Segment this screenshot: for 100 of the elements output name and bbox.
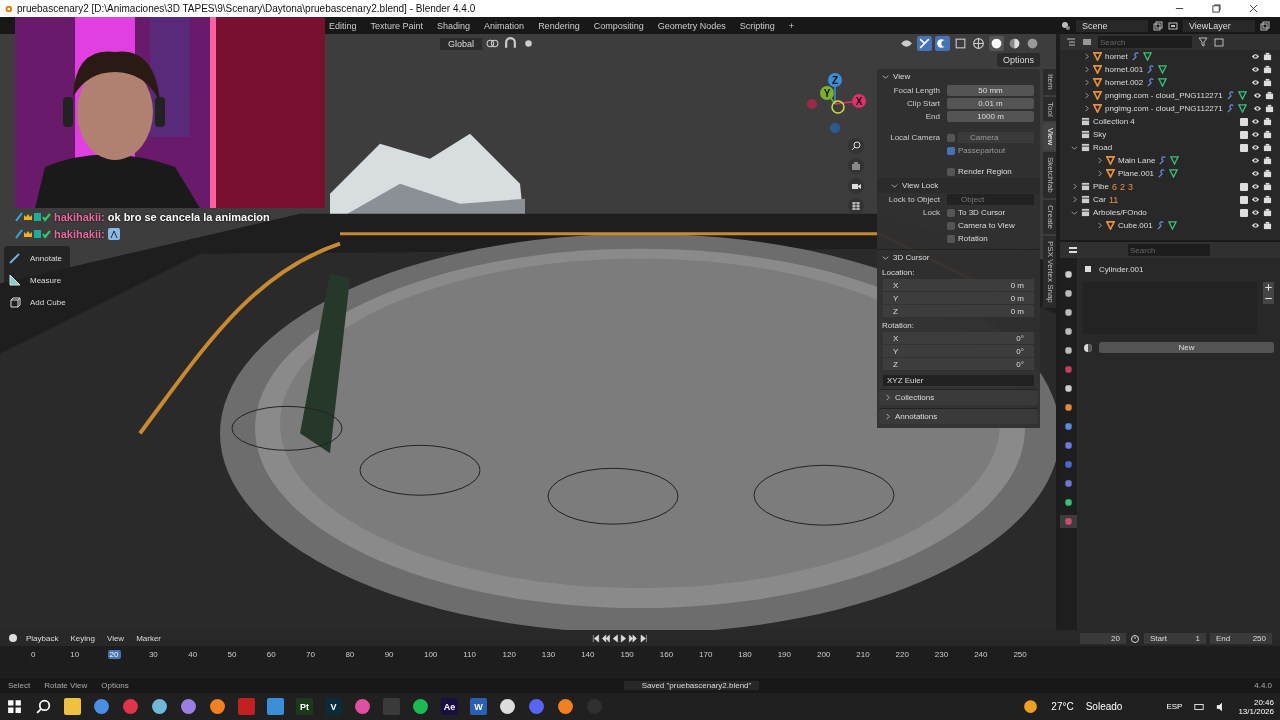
network-icon[interactable]: [1194, 701, 1205, 712]
checkbox[interactable]: [1240, 195, 1248, 204]
plus-icon[interactable]: [1263, 282, 1274, 293]
tool-label[interactable]: Annotate: [30, 253, 63, 263]
checkbox[interactable]: [947, 208, 955, 217]
snap-icon[interactable]: [503, 36, 518, 51]
app-icon[interactable]: [209, 698, 226, 715]
checkbox[interactable]: [947, 133, 955, 142]
new-collection-icon[interactable]: [1214, 37, 1224, 47]
vector-field[interactable]: Y 0 m: [883, 292, 1034, 304]
camera-icon[interactable]: [1263, 143, 1272, 152]
clock-date[interactable]: 13/1/2026: [1238, 706, 1274, 716]
workspace-tab[interactable]: Rendering: [532, 20, 586, 31]
eye-icon[interactable]: [1251, 130, 1260, 139]
sidebar-tab[interactable]: Item: [1043, 69, 1056, 95]
object-field[interactable]: Object: [947, 194, 1034, 205]
eye-icon[interactable]: [1251, 78, 1260, 87]
new-material-button[interactable]: New: [1099, 342, 1274, 353]
workspace-tab[interactable]: Geometry Nodes: [651, 20, 732, 31]
outliner-item[interactable]: hornet: [1105, 52, 1128, 61]
ruler-icon[interactable]: [8, 273, 22, 287]
wrench-icon[interactable]: [1158, 156, 1168, 165]
axis-gizmo-drawing[interactable]: Z Y X: [806, 72, 870, 136]
eye-icon[interactable]: [1251, 169, 1260, 178]
filter-icon[interactable]: [1198, 37, 1208, 47]
camera-icon[interactable]: [1263, 65, 1272, 74]
eye-icon[interactable]: [1252, 91, 1262, 100]
checkbox[interactable]: [947, 221, 955, 230]
timeline-menu[interactable]: View: [102, 633, 129, 643]
hand-icon[interactable]: [848, 158, 864, 174]
eye-icon[interactable]: [1251, 195, 1260, 204]
gizmo-toggle-icon[interactable]: [917, 36, 932, 51]
eye-icon[interactable]: [1251, 182, 1260, 191]
app-icon[interactable]: [499, 698, 516, 715]
checkbox[interactable]: [947, 234, 955, 243]
vector-field[interactable]: Z 0 m: [883, 305, 1034, 317]
app-icon[interactable]: [93, 698, 110, 715]
options-button[interactable]: Options: [996, 53, 1040, 67]
panel-header[interactable]: Collections: [879, 389, 1038, 405]
section-title[interactable]: 3D Cursor: [893, 253, 930, 262]
timeline-menu[interactable]: Keying: [66, 633, 99, 643]
mesh-data-icon[interactable]: [1167, 221, 1177, 230]
camera-icon[interactable]: [1263, 130, 1272, 139]
workspace-tab[interactable]: Animation: [478, 20, 531, 31]
vector-field[interactable]: Y 0°: [883, 345, 1034, 357]
outliner-item[interactable]: Cube.001: [1118, 221, 1153, 230]
panel-header[interactable]: Annotations: [879, 408, 1038, 424]
wrench-icon[interactable]: [1130, 52, 1140, 61]
sidebar-tab[interactable]: View: [1043, 123, 1056, 151]
camera-icon[interactable]: [1263, 156, 1272, 165]
chevron-icon[interactable]: [1083, 79, 1090, 86]
outliner-item[interactable]: Collection 4: [1093, 117, 1135, 126]
eye-icon[interactable]: [1251, 117, 1260, 126]
display-mode-icon[interactable]: [1066, 37, 1076, 47]
eye-icon[interactable]: [1251, 156, 1260, 165]
start-icon[interactable]: [6, 698, 23, 715]
wrench-icon[interactable]: [1146, 65, 1156, 74]
wrench-icon[interactable]: [1157, 169, 1167, 178]
app-icon[interactable]: W: [470, 698, 487, 715]
chevron-icon[interactable]: [1096, 157, 1103, 164]
search-field[interactable]: Search: [1098, 36, 1192, 48]
outliner-item[interactable]: Pibe: [1093, 182, 1109, 191]
camera-icon[interactable]: [1263, 117, 1272, 126]
eye-icon[interactable]: [1251, 208, 1260, 217]
workspace-tab[interactable]: Editing: [323, 20, 363, 31]
wireframe-shading-icon[interactable]: [971, 36, 986, 51]
tool-label[interactable]: Add Cube: [30, 297, 66, 307]
timeline-menu[interactable]: Playback: [22, 633, 63, 643]
scene-field[interactable]: Scene: [1076, 19, 1148, 32]
view-layer-field[interactable]: ViewLayer: [1183, 19, 1255, 32]
wrench-icon[interactable]: [1155, 221, 1165, 230]
maximize-icon[interactable]: [1212, 4, 1221, 13]
chevron-icon[interactable]: [1071, 144, 1078, 151]
vector-field[interactable]: Z 0°: [883, 358, 1034, 370]
checkbox[interactable]: [947, 146, 955, 155]
copy-icon[interactable]: [1153, 20, 1163, 31]
outliner-item[interactable]: Car: [1093, 195, 1106, 204]
outliner-item[interactable]: hornet.002: [1105, 78, 1144, 87]
material-icon[interactable]: [1083, 342, 1093, 353]
chevron-icon[interactable]: [891, 182, 898, 189]
camera-icon[interactable]: [1263, 208, 1272, 217]
chevron-icon[interactable]: [1083, 105, 1090, 112]
eye-icon[interactable]: [1252, 104, 1262, 113]
eye-icon[interactable]: [1251, 143, 1260, 152]
checkbox[interactable]: [1240, 182, 1248, 191]
number-field[interactable]: 0.01 m: [947, 98, 1034, 109]
chevron-icon[interactable]: [1071, 183, 1078, 190]
wrench-icon[interactable]: [1225, 91, 1235, 100]
chevron-icon[interactable]: [1096, 170, 1103, 177]
outliner-item[interactable]: pngimg.com - cloud_PNG112271: [1105, 104, 1223, 113]
camera-icon[interactable]: [1263, 52, 1272, 61]
workspace-tab[interactable]: Compositing: [587, 20, 650, 31]
rotation-mode-dropdown[interactable]: XYZ Euler: [883, 375, 1034, 386]
camera-icon[interactable]: [1263, 78, 1272, 87]
section-title[interactable]: View Lock: [902, 181, 939, 190]
eye-icon[interactable]: [1251, 221, 1260, 230]
search-icon[interactable]: [35, 698, 52, 715]
outliner-item[interactable]: Sky: [1093, 130, 1107, 139]
checkbox[interactable]: [1240, 143, 1248, 152]
camera-icon[interactable]: [1264, 91, 1274, 100]
